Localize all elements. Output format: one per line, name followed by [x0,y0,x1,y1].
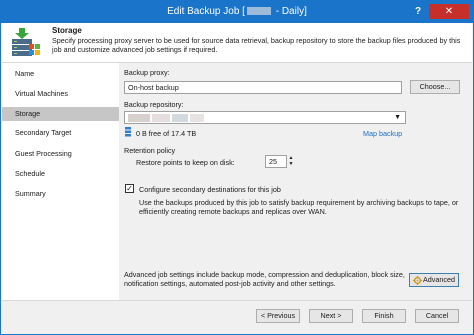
restore-points-label: Restore points to keep on disk: [136,158,235,167]
storage-settings-panel: Backup proxy: On-host backup Choose... B… [119,63,473,300]
sidebar-item-schedule[interactable]: Schedule [2,167,119,181]
choose-proxy-button[interactable]: Choose... [410,80,460,94]
window-title-suffix: - Daily] [272,6,307,17]
repository-free-space: 0 B free of 17.4 TB [136,129,197,138]
previous-button[interactable]: < Previous [256,309,300,323]
retention-policy-label: Retention policy [124,146,176,155]
backup-repository-select[interactable]: ▼ [124,111,406,124]
redacted-repository [128,114,150,122]
chevron-down-icon[interactable]: ▼ [394,112,401,123]
title-bar[interactable]: Edit Backup Job [ - Daily] ? ✕ [1,1,473,23]
sidebar-item-secondary-target[interactable]: Secondary Target [2,126,119,140]
cancel-button[interactable]: Cancel [415,309,459,323]
sidebar-item-guest-processing[interactable]: Guest Processing [2,147,119,161]
sidebar-item-summary[interactable]: Summary [2,187,119,201]
wizard-header: Storage Specify processing proxy server … [2,23,472,63]
secondary-destinations-description: Use the backups produced by this job to … [139,198,459,216]
backup-proxy-field[interactable]: On-host backup [124,81,402,94]
advanced-settings-description: Advanced job settings include backup mod… [124,270,405,288]
redacted-repository-2 [152,114,170,122]
next-button[interactable]: Next > [309,309,353,323]
sidebar-item-storage[interactable]: Storage [2,107,119,121]
sidebar-item-name[interactable]: Name [2,67,119,81]
stepper-arrows[interactable]: ▲ ▼ [287,155,295,168]
help-button[interactable]: ? [409,4,427,19]
finish-button[interactable]: Finish [362,309,406,323]
redacted-job-name [246,7,271,16]
map-backup-link[interactable]: Map backup [363,129,402,138]
gear-icon [413,276,422,285]
page-description: Specify processing proxy server to be us… [52,36,461,54]
edit-backup-job-window: Edit Backup Job [ - Daily] ? ✕ Storage S… [0,0,474,335]
backup-repository-label: Backup repository: [124,100,184,109]
window-title-prefix: Edit Backup Job [ [167,6,245,17]
advanced-button[interactable]: Advanced [409,273,459,287]
page-title: Storage [52,26,82,35]
storage-job-icon [12,28,40,56]
advanced-button-label: Advanced [423,275,455,284]
window-title: Edit Backup Job [ - Daily] [1,6,473,17]
redacted-repository-3 [172,114,188,122]
secondary-destinations-checkbox[interactable]: ✓ [125,184,134,193]
wizard-steps-sidebar: Name Virtual Machines Storage Secondary … [2,63,119,300]
sidebar-item-virtual-machines[interactable]: Virtual Machines [2,87,119,101]
secondary-destinations-label[interactable]: Configure secondary destinations for thi… [139,185,281,194]
repository-icon [125,127,131,137]
redacted-repository-4 [190,114,204,122]
restore-points-stepper[interactable]: 25 [265,155,287,168]
wizard-footer: < Previous Next > Finish Cancel [2,300,472,334]
close-button[interactable]: ✕ [429,4,469,19]
backup-proxy-label: Backup proxy: [124,68,170,77]
